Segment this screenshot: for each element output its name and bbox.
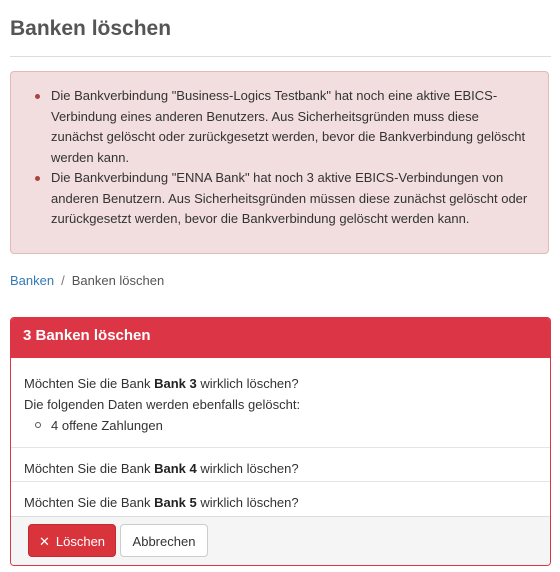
breadcrumb-link-banken[interactable]: Banken <box>10 273 54 288</box>
breadcrumb: Banken / Banken löschen <box>10 273 164 288</box>
breadcrumb-separator: / <box>61 273 65 288</box>
alert-message-text: Die Bankverbindung "ENNA Bank" hat noch … <box>51 170 528 226</box>
panel-header: 3 Banken löschen <box>11 318 550 358</box>
alert-message-list: Die Bankverbindung "Business-Logics Test… <box>35 86 531 230</box>
list-divider <box>11 481 550 482</box>
cascade-note: Die folgenden Daten werden ebenfalls gel… <box>24 397 301 412</box>
error-alert: Die Bankverbindung "Business-Logics Test… <box>10 71 549 254</box>
alert-message: Die Bankverbindung "ENNA Bank" hat noch … <box>35 168 531 230</box>
alert-message: Die Bankverbindung "Business-Logics Test… <box>35 86 531 168</box>
alert-message-text: Die Bankverbindung "Business-Logics Test… <box>51 88 526 165</box>
title-divider <box>10 56 551 57</box>
delete-question: Möchten Sie die Bank Bank 3 wirklich lös… <box>24 376 299 391</box>
delete-panel: 3 Banken löschen Möchten Sie die Bank Ba… <box>10 317 551 566</box>
page-title: Banken löschen <box>10 17 172 40</box>
breadcrumb-current: Banken löschen <box>71 273 165 288</box>
bank-name: Bank 3 <box>154 376 197 391</box>
bullet-icon <box>35 94 40 99</box>
list-item: Möchten Sie die Bank Bank 4 wirklich lös… <box>24 461 299 476</box>
cancel-button[interactable]: Abbrechen <box>120 524 208 557</box>
circle-bullet-icon <box>35 422 41 428</box>
x-icon: ✕ <box>38 534 50 549</box>
panel-footer: ✕ Löschen Abbrechen <box>11 516 550 565</box>
bullet-icon <box>35 176 40 181</box>
list-item: Möchten Sie die Bank Bank 3 wirklich lös… <box>11 373 550 447</box>
cascade-item: 4 offene Zahlungen <box>24 415 537 436</box>
bank-name: Bank 4 <box>154 461 197 476</box>
delete-button[interactable]: ✕ Löschen <box>28 524 116 557</box>
list-item: Möchten Sie die Bank Bank 5 wirklich lös… <box>24 495 299 510</box>
bank-name: Bank 5 <box>154 495 197 510</box>
list-divider <box>11 447 550 448</box>
